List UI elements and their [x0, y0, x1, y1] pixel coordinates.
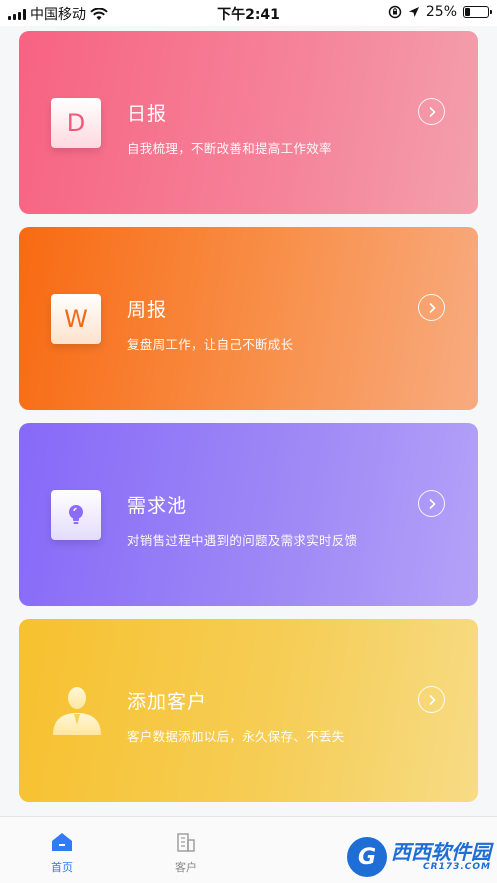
chevron-right-icon[interactable]: [418, 490, 445, 517]
status-right: 25%: [388, 4, 492, 20]
card-title: 需求池: [127, 495, 188, 517]
watermark-logo: G 西西软件园 CR173.COM: [347, 837, 491, 877]
chevron-right-icon[interactable]: [418, 294, 445, 321]
lightbulb-icon: [51, 490, 101, 540]
weekly-report-icon: W: [51, 294, 101, 344]
card-description: 客户数据添加以后，永久保存、不丢失: [127, 729, 345, 744]
status-bar: 中国移动 下午2:41 25%: [0, 0, 497, 26]
card-title: 周报: [127, 299, 168, 321]
rotation-lock-icon: [388, 5, 402, 19]
card-title: 日报: [127, 103, 168, 125]
chevron-right-icon[interactable]: [418, 686, 445, 713]
tab-customer[interactable]: 客户: [156, 831, 216, 875]
card-description: 对销售过程中遇到的问题及需求实时反馈: [127, 533, 358, 548]
tab-home-label: 首页: [51, 861, 73, 874]
card-requirement-pool[interactable]: 需求池 对销售过程中遇到的问题及需求实时反馈: [19, 423, 478, 606]
chevron-right-icon[interactable]: [418, 98, 445, 125]
card-add-customer[interactable]: 添加客户 客户数据添加以后，永久保存、不丢失: [19, 619, 478, 802]
card-weekly-report[interactable]: W 周报 复盘周工作，让自己不断成长: [19, 227, 478, 410]
battery-percent: 25%: [425, 4, 457, 20]
battery-icon: [463, 6, 492, 18]
home-icon: [32, 831, 92, 853]
tab-home[interactable]: 首页: [32, 831, 92, 875]
tab-customer-label: 客户: [175, 861, 197, 874]
card-daily-report[interactable]: D 日报 自我梳理，不断改善和提高工作效率: [19, 31, 478, 214]
card-description: 复盘周工作，让自己不断成长: [127, 337, 294, 352]
location-icon: [408, 7, 419, 17]
person-icon: [53, 687, 101, 735]
card-title: 添加客户: [127, 691, 208, 713]
daily-report-icon: D: [51, 98, 101, 148]
building-icon: [156, 831, 216, 853]
card-description: 自我梳理，不断改善和提高工作效率: [127, 141, 332, 156]
watermark-text: 西西软件园: [391, 840, 491, 864]
watermark-icon: G: [347, 837, 387, 877]
